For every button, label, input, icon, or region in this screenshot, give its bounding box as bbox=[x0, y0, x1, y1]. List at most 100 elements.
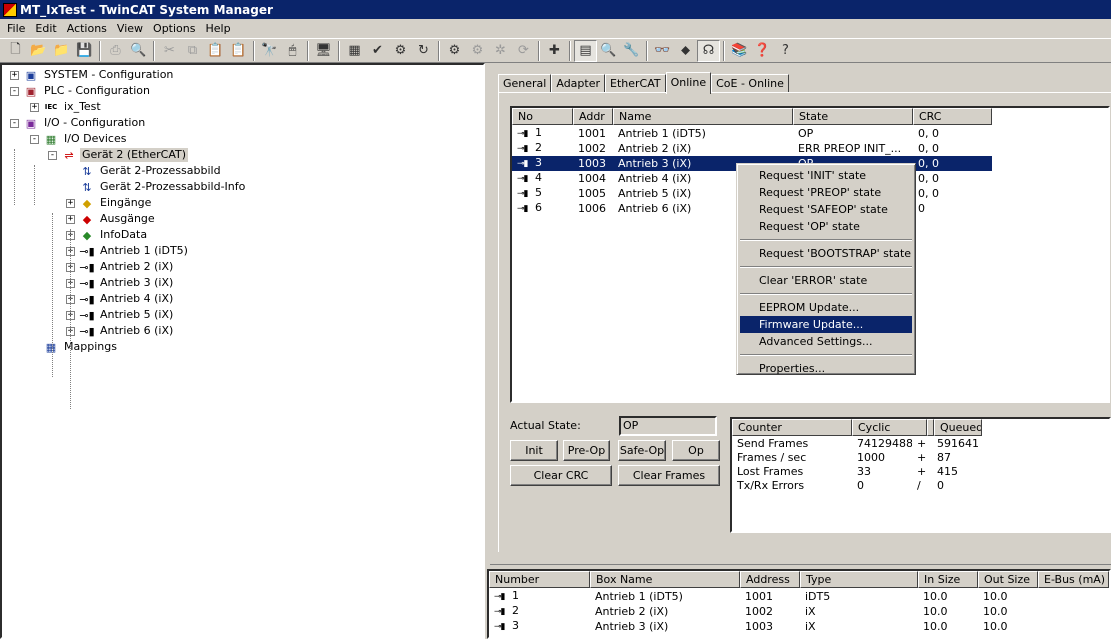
tree-node[interactable]: + ◆ Eingänge bbox=[66, 195, 153, 211]
menu-item-advanced-settings[interactable]: Advanced Settings... bbox=[740, 333, 912, 350]
choose-target-button[interactable]: 🖥 bbox=[312, 40, 335, 62]
column-out-size[interactable]: Out Size bbox=[978, 571, 1038, 588]
expand-icon[interactable]: + bbox=[10, 70, 19, 80]
tree-node[interactable]: + ⊸▮ Antrieb 4 (iX) bbox=[66, 291, 175, 307]
force-button[interactable]: ⬥ bbox=[674, 40, 697, 62]
tab-adapter[interactable]: Adapter bbox=[551, 74, 605, 93]
menu-item-request-bootstrap-state[interactable]: Request 'BOOTSTRAP' state bbox=[740, 245, 912, 262]
save-button[interactable]: 💾 bbox=[73, 40, 96, 62]
restart-button[interactable]: ↻ bbox=[412, 40, 435, 62]
tree-node[interactable]: + ◆ Ausgänge bbox=[66, 211, 157, 227]
column-operator[interactable] bbox=[927, 419, 934, 436]
tree-node[interactable]: + ⊸▮ Antrieb 6 (iX) bbox=[66, 323, 175, 339]
column-address[interactable]: Address bbox=[740, 571, 800, 588]
preop-button[interactable]: Pre-Op bbox=[563, 440, 610, 461]
box-row[interactable]: ⊸▮ 3 Antrieb 3 (iX) 1003 iX 10.0 10.0 bbox=[489, 619, 1109, 634]
tree-node[interactable]: ▦ Mappings bbox=[30, 339, 119, 355]
tree-node[interactable]: - ⇌ Gerät 2 (EtherCAT) bbox=[48, 147, 189, 163]
collapse-icon[interactable]: - bbox=[10, 118, 19, 128]
show-online-data-button[interactable]: ▤ bbox=[574, 39, 597, 62]
expand-icon[interactable]: + bbox=[66, 214, 75, 224]
op-button[interactable]: Op bbox=[672, 440, 720, 461]
box-list[interactable]: Number Box Name Address Type In Size Out… bbox=[487, 569, 1111, 639]
expand-icon[interactable]: + bbox=[66, 198, 75, 208]
column-addr[interactable]: Addr bbox=[573, 108, 613, 125]
menu-item-eeprom-update[interactable]: EEPROM Update... bbox=[740, 299, 912, 316]
free-run-button[interactable]: ⚙ bbox=[466, 40, 489, 62]
tree-node[interactable]: - ▣ I/O - Configuration bbox=[10, 115, 147, 131]
generate-mappings-button[interactable]: ▦ bbox=[343, 40, 366, 62]
paste-with-links-button[interactable]: 📋 bbox=[227, 40, 250, 62]
menu-item-firmware-update[interactable]: Firmware Update... bbox=[740, 316, 912, 333]
column-type[interactable]: Type bbox=[800, 571, 918, 588]
column-counter[interactable]: Counter bbox=[732, 419, 852, 436]
init-button[interactable]: Init bbox=[510, 440, 558, 461]
column-cyclic[interactable]: Cyclic bbox=[852, 419, 927, 436]
books-button[interactable]: 📚 bbox=[728, 40, 751, 62]
column-crc[interactable]: CRC bbox=[913, 108, 992, 125]
slave-row[interactable]: ⊸▮ 2 1002 Antrieb 2 (iX) ERR PREOP INIT_... 0… bbox=[512, 141, 992, 156]
tree-node[interactable]: ⇅ Gerät 2-Prozessabbild-Info bbox=[66, 179, 247, 195]
column-box-name[interactable]: Box Name bbox=[590, 571, 740, 588]
open-project-button[interactable]: 📁 bbox=[50, 40, 73, 62]
tab-coe-online[interactable]: CoE - Online bbox=[711, 74, 789, 93]
cut-button[interactable]: ✂ bbox=[158, 40, 181, 62]
online-watch-button[interactable]: ☊ bbox=[697, 39, 720, 62]
tree-node[interactable]: + ◆ InfoData bbox=[66, 227, 149, 243]
context-help-button[interactable]: ? bbox=[774, 40, 797, 62]
menu-item-request-op-state[interactable]: Request 'OP' state bbox=[740, 218, 912, 235]
tab-ethercat[interactable]: EtherCAT bbox=[605, 74, 666, 93]
safeop-button[interactable]: Safe-Op bbox=[618, 440, 666, 461]
column-state[interactable]: State bbox=[793, 108, 913, 125]
new-file-button[interactable]: 🗋 bbox=[4, 40, 27, 62]
tab-online[interactable]: Online bbox=[665, 72, 712, 94]
tree-node[interactable]: + ⊸▮ Antrieb 5 (iX) bbox=[66, 307, 175, 323]
menu-item-request-preop-state[interactable]: Request 'PREOP' state bbox=[740, 184, 912, 201]
print-button[interactable]: ⎙ bbox=[104, 40, 127, 62]
menu-edit[interactable]: Edit bbox=[30, 20, 61, 37]
print-preview-button[interactable]: 🔍 bbox=[127, 40, 150, 62]
column-in-size[interactable]: In Size bbox=[918, 571, 978, 588]
frame-counters-list[interactable]: Counter Cyclic Queued Send Frames 7412948… bbox=[730, 417, 1111, 533]
expand-icon[interactable]: + bbox=[30, 102, 39, 112]
menu-options[interactable]: Options bbox=[148, 20, 200, 37]
column-ebus[interactable]: E-Bus (mA) bbox=[1038, 571, 1109, 588]
slave-row[interactable]: ⊸▮ 1 1001 Antrieb 1 (iDT5) OP 0, 0 bbox=[512, 126, 992, 141]
tree-node[interactable]: - ▦ I/O Devices bbox=[30, 131, 128, 147]
menu-item-request-safeop-state[interactable]: Request 'SAFEOP' state bbox=[740, 201, 912, 218]
tree-view[interactable]: + ▣ SYSTEM - Configuration - ▣ PLC - Configur… bbox=[0, 63, 485, 639]
tree-node[interactable]: + ⊸▮ Antrieb 2 (iX) bbox=[66, 259, 175, 275]
copy-button[interactable]: ⧉ bbox=[181, 40, 204, 62]
menu-view[interactable]: View bbox=[112, 20, 148, 37]
title-bar[interactable]: MT_IxTest - TwinCAT System Manager bbox=[0, 0, 1111, 19]
config-mode-button[interactable]: ⚙ bbox=[443, 40, 466, 62]
column-name[interactable]: Name bbox=[613, 108, 793, 125]
watch-button[interactable]: 👓 bbox=[651, 40, 674, 62]
paste-button[interactable]: 📋 bbox=[204, 40, 227, 62]
zoom-button[interactable]: 🔍 bbox=[597, 40, 620, 62]
toggle-run-button[interactable]: ✲ bbox=[489, 40, 512, 62]
scan-devices-button[interactable]: ✚ bbox=[543, 40, 566, 62]
menu-file[interactable]: File bbox=[2, 20, 30, 37]
column-number[interactable]: Number bbox=[489, 571, 590, 588]
collapse-icon[interactable]: - bbox=[10, 86, 19, 96]
tree-node[interactable]: + ⊸▮ Antrieb 3 (iX) bbox=[66, 275, 175, 291]
menu-help[interactable]: Help bbox=[200, 20, 235, 37]
column-no[interactable]: No bbox=[512, 108, 573, 125]
reload-devices-button[interactable]: ⟳ bbox=[512, 40, 535, 62]
collapse-icon[interactable]: - bbox=[30, 134, 39, 144]
tree-node[interactable]: + ⊸▮ Antrieb 1 (iDT5) bbox=[66, 243, 190, 259]
clear-frames-button[interactable]: Clear Frames bbox=[618, 465, 720, 486]
box-row[interactable]: ⊸▮ 2 Antrieb 2 (iX) 1002 iX 10.0 10.0 bbox=[489, 604, 1109, 619]
tree-node[interactable]: ⇅ Gerät 2-Prozessabbild bbox=[66, 163, 223, 179]
check-configuration-button[interactable]: ✔ bbox=[366, 40, 389, 62]
menu-item-properties[interactable]: Properties... bbox=[740, 360, 912, 377]
menu-actions[interactable]: Actions bbox=[62, 20, 112, 37]
collapse-icon[interactable]: - bbox=[48, 150, 57, 160]
activate-configuration-button[interactable]: ⚙ bbox=[389, 40, 412, 62]
box-row[interactable]: ⊸▮ 1 Antrieb 1 (iDT5) 1001 iDT5 10.0 10.0 bbox=[489, 589, 1109, 604]
tab-general[interactable]: General bbox=[498, 74, 552, 93]
clear-crc-button[interactable]: Clear CRC bbox=[510, 465, 612, 486]
find-next-button[interactable]: 🖱 bbox=[281, 40, 304, 62]
open-folder-button[interactable]: 📂 bbox=[27, 40, 50, 62]
